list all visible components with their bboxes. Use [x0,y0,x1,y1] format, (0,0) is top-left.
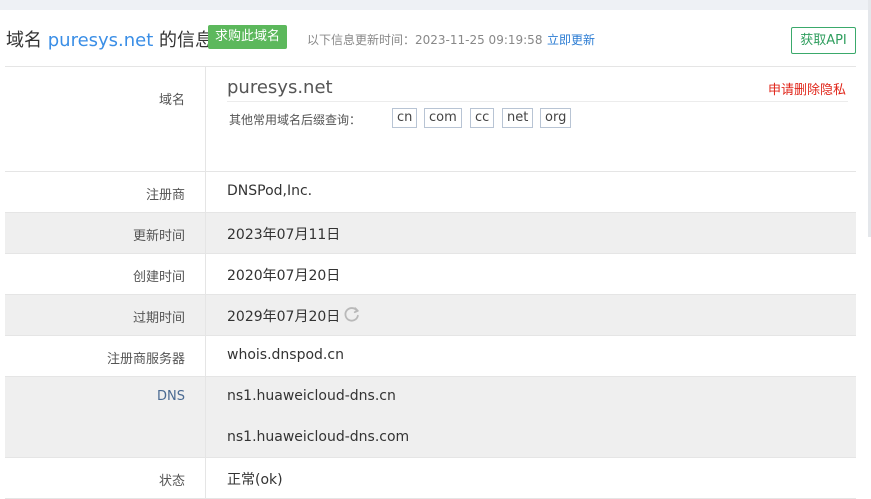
registrar-value: DNSPod,Inc. [227,183,313,199]
row-expires: 过期时间 2029年07月20日 [5,295,856,336]
divider [205,458,206,498]
divider [205,336,206,376]
divider [205,295,206,335]
suffix-cn-button[interactable]: cn [392,108,418,128]
row-label: 创建时间 [132,270,185,285]
created-value: 2020年07月20日 [227,268,341,284]
row-label: 注册商 [145,188,185,203]
suffix-cc-button[interactable]: cc [470,108,495,128]
refresh-icon[interactable] [343,305,361,323]
suffix-net-button[interactable]: net [502,108,534,128]
row-label: 域名 [158,93,185,108]
title-suffix: 的信息 [153,30,214,51]
row-label: DNS [157,389,185,404]
expires-value: 2029年07月20日 [227,309,341,325]
row-label: 过期时间 [132,311,185,326]
get-api-button[interactable]: 获取API [791,27,856,54]
divider [227,101,848,102]
dns-value-2: ns1.huaweicloud-dns.com [227,429,410,445]
update-time-text: 以下信息更新时间：2023-11-25 09:19:58 [307,33,543,47]
suffix-com-button[interactable]: com [424,108,462,128]
row-created: 创建时间 2020年07月20日 [5,254,856,295]
updated-value: 2023年07月11日 [227,227,341,243]
suffix-org-button[interactable]: org [540,108,572,128]
divider [205,213,206,253]
whois-server-value: whois.dnspod.cn [227,347,344,363]
divider [205,172,206,212]
suffix-query-label: 其他常用域名后缀查询： [229,113,362,127]
remove-privacy-link[interactable]: 申请删除隐私 [768,79,846,98]
row-label: 更新时间 [132,229,185,244]
title-prefix: 域名 [6,30,48,51]
page-title: 域名 puresys.net 的信息 [6,26,213,52]
row-whois-server: 注册商服务器 whois.dnspod.cn [5,336,856,377]
whois-table: 域名 puresys.net 申请删除隐私 其他常用域名后缀查询： cn com… [5,66,856,499]
page-header: 域名 puresys.net 的信息 求购此域名 以下信息更新时间：2023-1… [0,10,871,66]
domain-name: puresys.net [227,77,333,98]
row-dns: DNS ns1.huaweicloud-dns.cn ns1.huaweiclo… [5,377,856,458]
top-strip [0,0,871,10]
buy-domain-button[interactable]: 求购此域名 [208,25,288,49]
dns-value-1: ns1.huaweicloud-dns.cn [227,388,396,404]
row-label: 状态 [158,474,185,489]
title-domain: puresys.net [47,30,154,51]
update-now-link[interactable]: 立即更新 [547,31,595,48]
row-updated: 更新时间 2023年07月11日 [5,213,856,254]
divider [205,67,206,171]
status-value: 正常(ok) [227,472,283,488]
divider [205,254,206,294]
row-domain: 域名 puresys.net 申请删除隐私 其他常用域名后缀查询： cn com… [5,67,856,172]
row-status: 状态 正常(ok) [5,458,856,499]
row-label: 注册商服务器 [106,352,185,367]
row-registrar: 注册商 DNSPod,Inc. [5,172,856,213]
divider [205,377,206,457]
